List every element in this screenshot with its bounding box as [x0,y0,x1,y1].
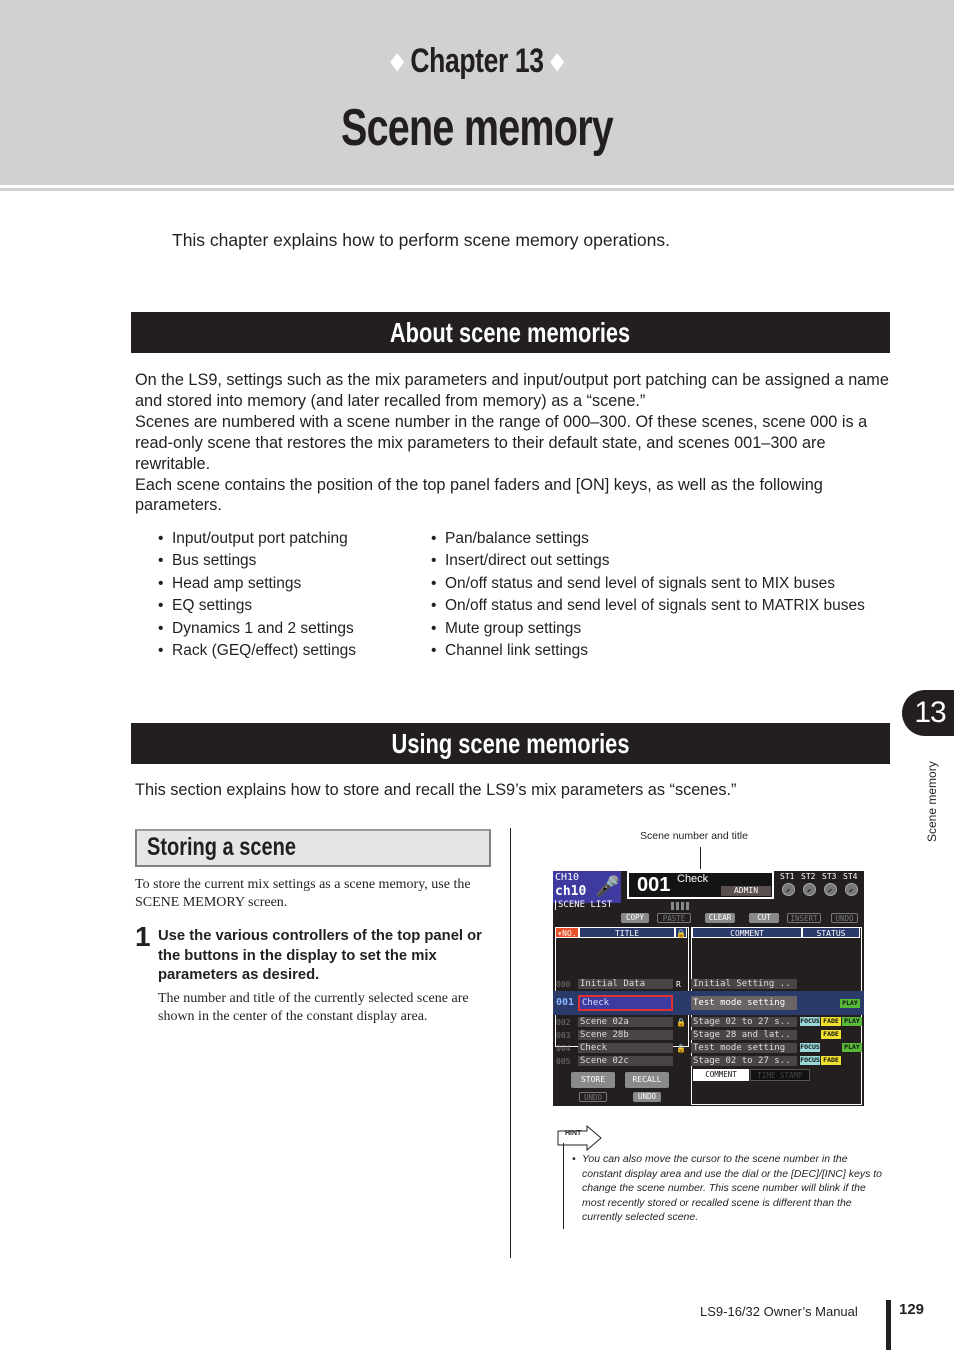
diamond-icon: ◆ [390,48,404,73]
list-item: Head amp settings [158,573,356,595]
scene-row-selected[interactable]: 001 Check Test mode setting PLAY [553,995,864,1011]
lock-icon: 🔒 [676,1044,686,1053]
section-heading-about: About scene memories [131,312,890,353]
using-intro: This section explains how to store and r… [135,781,737,799]
copy-button[interactable]: COPY [621,913,649,923]
scene-row[interactable]: 000 Initial Data R Initial Setting .. [553,979,864,990]
scene-number-display[interactable]: 001 Check ADMIN [627,871,774,899]
parameter-list-right: Pan/balance settings Insert/direct out s… [431,528,865,662]
knob-icon[interactable] [803,883,816,896]
undo-button[interactable]: UNDO [831,913,858,923]
list-item: Bus settings [158,550,356,572]
sort-no-header[interactable]: ▾NO. [555,927,579,938]
store-button[interactable]: STORE [571,1072,615,1088]
step-number: 1 [135,921,151,952]
title-column-header[interactable]: TITLE [579,927,675,938]
list-item: Input/output port patching [158,528,356,550]
list-item: Insert/direct out settings [431,550,865,572]
diamond-icon: ◆ [550,48,564,73]
paste-button[interactable]: PASTE [657,913,691,923]
cut-button[interactable]: CUT [749,913,779,923]
footer-manual-title: LS9-16/32 Owner’s Manual [700,1304,858,1319]
tab-time-stamp[interactable]: TIME STAMP [750,1069,810,1081]
comment-column-header[interactable]: COMMENT [692,927,802,938]
channel-display: CH10 ch10 🎤 [553,871,621,903]
scene-row[interactable]: 002 Scene 02a 🔒 Stage 02 to 27 s.. FOCUS… [553,1017,864,1028]
store-undo-button[interactable]: UNDO [579,1092,607,1102]
footer-divider [886,1300,891,1350]
scene-list-screen: CH10 ch10 🎤 001 Check ADMIN ST1 ST2 ST3 … [553,871,864,1106]
hint-rule [563,1143,564,1229]
knob-icon[interactable] [824,883,837,896]
knob-icon[interactable] [845,883,858,896]
list-item: EQ settings [158,595,356,617]
callout-leader-line [700,847,701,869]
scene-row[interactable]: 004 Check 🔒 Test mode setting FOCUS PLAY [553,1043,864,1054]
chapter-label: ◆ Chapter 13 ◆ [390,42,564,80]
status-column-header[interactable]: STATUS [802,927,860,938]
list-item: Mute group settings [431,618,865,640]
chapter-title: Scene memory [340,99,614,157]
storing-intro: To store the current mix settings as a s… [135,877,471,910]
hint-text: • You can also move the cursor to the sc… [572,1153,882,1223]
list-item: Channel link settings [431,640,865,662]
list-item: Pan/balance settings [431,528,865,550]
page-number: 129 [899,1301,925,1318]
step-detail: The number and title of the currently se… [158,991,469,1024]
scene-row[interactable]: 003 Scene 28b Stage 28 and lat.. FADE [553,1030,864,1041]
paragraph: On the LS9, settings such as the mix par… [135,371,889,410]
parameter-list-left: Input/output port patching Bus settings … [158,528,356,662]
user-badge: ADMIN [721,886,771,896]
list-item: On/off status and send level of signals … [431,573,865,595]
subsection-heading: Storing a scene [135,829,491,867]
list-item: On/off status and send level of signals … [431,595,865,617]
tab-comment[interactable]: COMMENT [693,1069,749,1081]
paragraph: Scenes are numbered with a scene number … [135,412,868,473]
recall-undo-button[interactable]: UNDO [633,1092,661,1102]
scene-row[interactable]: 005 Scene 02c Stage 02 to 27 s.. FOCUS F… [553,1056,864,1067]
about-body: On the LS9, settings such as the mix par… [135,370,890,516]
lock-column-icon: 🔒 [675,927,687,938]
paragraph: Each scene contains the position of the … [135,475,823,515]
lock-icon: 🔒 [676,1018,686,1027]
step-instruction: Use the various controllers of the top p… [158,928,482,983]
knob-icon[interactable] [782,883,795,896]
list-item: Dynamics 1 and 2 settings [158,618,356,640]
chapter-tab: 13 [902,690,954,736]
screen-tab[interactable]: SCENE LIST [555,900,612,910]
microphone-icon: 🎤 [595,874,620,898]
list-item: Rack (GEQ/effect) settings [158,640,356,662]
meter-icon [671,902,689,910]
header-divider [0,188,954,191]
figure-callout: Scene number and title [640,830,748,842]
column-divider [510,828,511,1258]
clear-button[interactable]: CLEAR [705,913,735,923]
insert-button[interactable]: INSERT [787,913,821,923]
section-heading-using: Using scene memories [131,723,890,764]
chapter-intro: This chapter explains how to perform sce… [172,230,671,250]
chapter-tab-label: Scene memory [925,761,939,842]
recall-button[interactable]: RECALL [625,1072,669,1088]
